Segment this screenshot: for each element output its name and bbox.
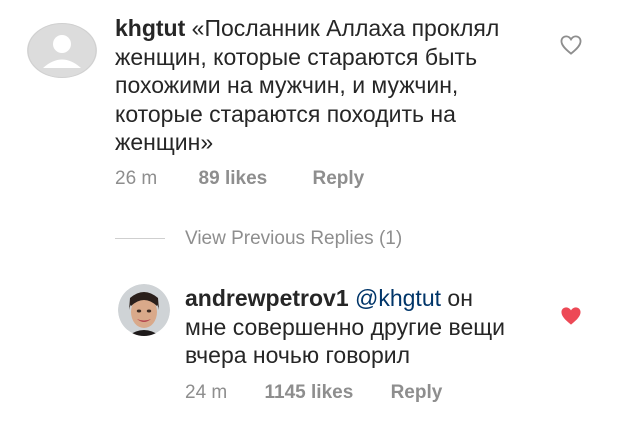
comment-body-line: он [447, 285, 473, 311]
comment-meta: 26 m 89 likes Reply [115, 168, 364, 190]
reply-button[interactable]: Reply [391, 382, 443, 403]
comment-body-line: вчера ночью говорил [185, 342, 411, 368]
profile-photo [118, 284, 170, 336]
like-button[interactable] [560, 35, 582, 60]
avatar-khgtut[interactable] [27, 23, 97, 78]
heart-outline-icon [560, 35, 582, 55]
comment-username[interactable]: khgtut [115, 15, 185, 41]
comment-body-line: похожими на мужчин, и мужчин, [115, 72, 459, 98]
comment-text: khgtut «Посланник Аллаха проклял женщин,… [115, 14, 565, 157]
comment-body-line: женщин, которые стараются быть [115, 43, 478, 70]
comment-body-line: мне совершенно другие вещи [185, 313, 506, 340]
comment-andrewpetrov1: andrewpetrov1 @khgtut он мне совершенно … [0, 270, 620, 437]
comment-body-line: «Посланник Аллаха проклял [191, 15, 500, 41]
comment-time[interactable]: 24 m [185, 382, 227, 403]
avatar-andrewpetrov1[interactable] [118, 284, 170, 336]
comment-likes[interactable]: 1145 likes [265, 382, 354, 403]
like-button[interactable] [560, 306, 582, 331]
comment-likes[interactable]: 89 likes [199, 168, 268, 189]
comment-text: andrewpetrov1 @khgtut он мне совершенно … [185, 284, 565, 370]
comment-body-line: которые стараются походить на [115, 100, 456, 127]
comment-body-line: женщин» [115, 129, 214, 155]
comment-username[interactable]: andrewpetrov1 [185, 285, 349, 311]
replies-divider [115, 238, 165, 239]
mention-link[interactable]: @khgtut [355, 285, 441, 311]
comment-time[interactable]: 26 m [115, 168, 157, 189]
heart-filled-icon [561, 307, 581, 325]
default-avatar-icon [27, 23, 97, 78]
comment-meta: 24 m 1145 likes Reply [185, 382, 442, 404]
comment-khgtut: khgtut «Посланник Аллаха проклял женщин,… [0, 0, 620, 200]
reply-button[interactable]: Reply [312, 168, 364, 189]
view-previous-replies[interactable]: View Previous Replies (1) [185, 228, 402, 250]
